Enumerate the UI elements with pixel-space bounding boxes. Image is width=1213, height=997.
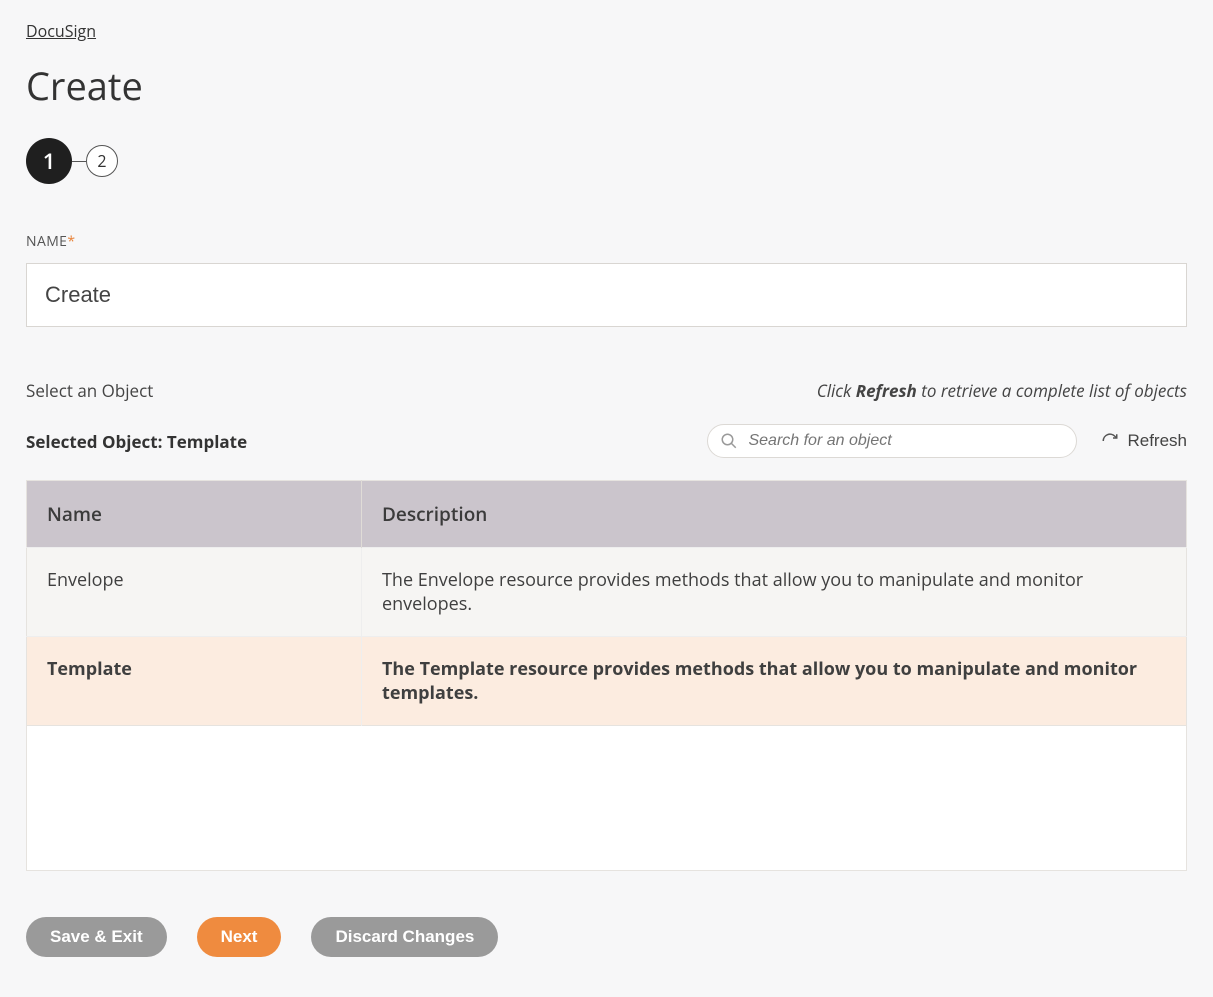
breadcrumb-link[interactable]: DocuSign [26, 20, 96, 42]
step-connector [72, 161, 86, 162]
hint-prefix: Click [817, 379, 856, 402]
step-2[interactable]: 2 [86, 145, 118, 177]
cell-description: The Template resource provides methods t… [362, 637, 1187, 726]
refresh-label: Refresh [1127, 431, 1187, 451]
table-row[interactable]: Template The Template resource provides … [27, 637, 1187, 726]
object-table: Name Description Envelope The Envelope r… [26, 480, 1187, 726]
name-input[interactable] [26, 263, 1187, 327]
refresh-icon [1101, 432, 1119, 450]
next-button[interactable]: Next [197, 917, 282, 957]
action-bar: Save & Exit Next Discard Changes [26, 917, 1187, 957]
discard-changes-button[interactable]: Discard Changes [311, 917, 498, 957]
step-1[interactable]: 1 [26, 138, 72, 184]
refresh-hint: Click Refresh to retrieve a complete lis… [817, 379, 1187, 402]
required-marker: * [67, 232, 75, 251]
search-box[interactable] [707, 424, 1077, 458]
selected-object-value: Template [167, 430, 247, 453]
page-title: Create [26, 60, 1187, 112]
search-input[interactable] [746, 431, 1060, 451]
col-header-description[interactable]: Description [362, 481, 1187, 548]
table-empty-area [26, 726, 1187, 871]
cell-description: The Envelope resource provides methods t… [362, 548, 1187, 637]
table-row[interactable]: Envelope The Envelope resource provides … [27, 548, 1187, 637]
stepper: 1 2 [26, 138, 1187, 184]
col-header-name[interactable]: Name [27, 481, 362, 548]
hint-suffix: to retrieve a complete list of objects [917, 379, 1187, 402]
name-label-text: NAME [26, 232, 67, 251]
name-field-label: NAME* [26, 232, 1187, 251]
selected-object-label: Selected Object: Template [26, 430, 247, 453]
cell-name: Template [27, 637, 362, 726]
selected-object-prefix: Selected Object: [26, 430, 167, 453]
hint-bold: Refresh [856, 379, 917, 402]
select-object-label: Select an Object [26, 379, 153, 402]
cell-name: Envelope [27, 548, 362, 637]
save-exit-button[interactable]: Save & Exit [26, 917, 167, 957]
search-icon [720, 432, 738, 450]
refresh-button[interactable]: Refresh [1101, 431, 1187, 451]
